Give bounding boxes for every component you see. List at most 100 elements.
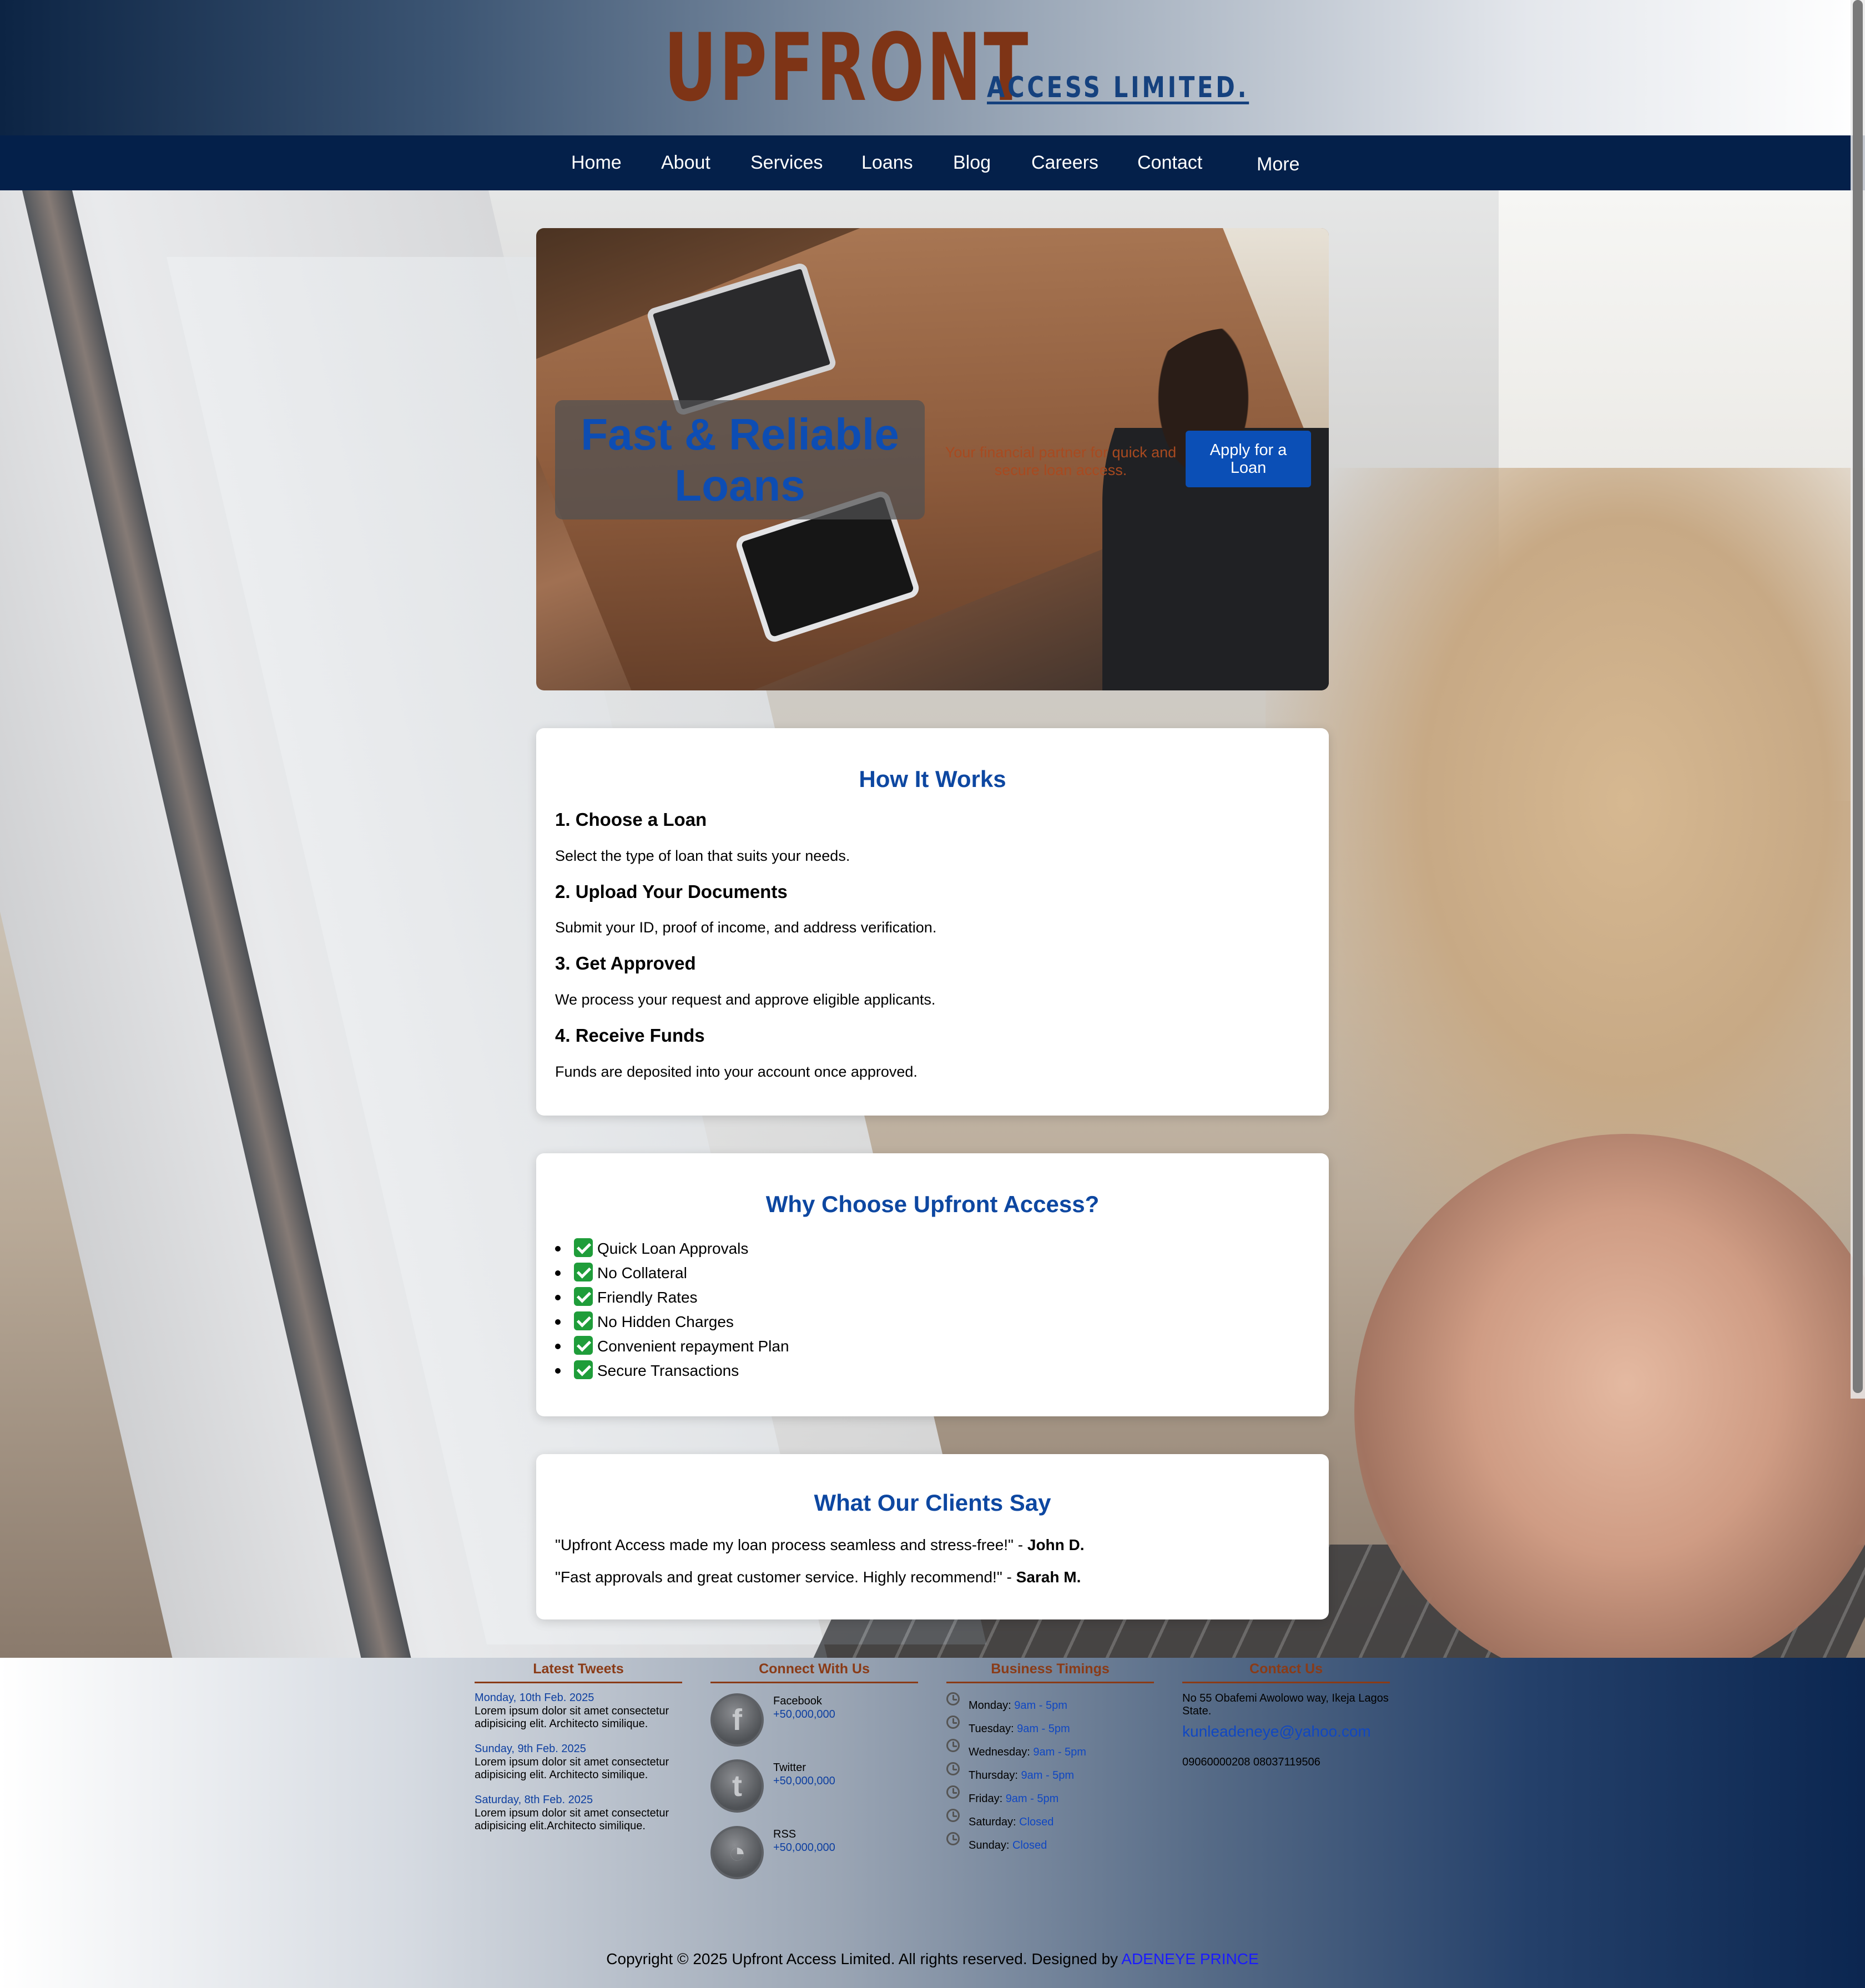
bullet xyxy=(555,1270,561,1276)
timing-hours: Closed xyxy=(1012,1839,1047,1851)
apply-loan-button[interactable]: Apply for a Loan xyxy=(1186,431,1311,487)
rss-icon[interactable]: ◔ xyxy=(710,1826,764,1879)
testimonials-title: What Our Clients Say xyxy=(814,1490,1051,1516)
logo-subtitle[interactable]: ACCESS LIMITED. xyxy=(987,73,1249,102)
footer-tweets-title: Latest Tweets xyxy=(475,1661,682,1683)
timing-row: Wednesday: 9am - 5pm xyxy=(969,1746,1086,1759)
testimonial-quote: "Fast approvals and great customer servi… xyxy=(555,1568,1081,1586)
hero-tagline: Your financial partner for quick and sec… xyxy=(945,444,1177,478)
tweet-date: Monday, 10th Feb. 2025 xyxy=(475,1692,594,1704)
nav-contact[interactable]: Contact xyxy=(1137,135,1202,190)
list-item: No Hidden Charges xyxy=(555,1310,789,1334)
timing-day: Tuesday: xyxy=(969,1723,1014,1735)
step-heading: 1. Choose a Loan xyxy=(555,809,707,830)
social-name[interactable]: Facebook xyxy=(773,1695,822,1708)
nav-blog[interactable]: Blog xyxy=(953,135,991,190)
copyright-text: Copyright © 2025 Upfront Access Limited.… xyxy=(606,1950,1122,1967)
timing-row: Friday: 9am - 5pm xyxy=(969,1793,1058,1805)
step-heading: 3. Get Approved xyxy=(555,953,696,973)
twitter-icon[interactable]: t xyxy=(710,1759,764,1813)
timing-row: Sunday: Closed xyxy=(969,1839,1047,1852)
footer-timings-title: Business Timings xyxy=(946,1661,1154,1683)
social-name[interactable]: RSS xyxy=(773,1828,796,1841)
check-icon xyxy=(574,1287,593,1306)
nav-home[interactable]: Home xyxy=(571,135,622,190)
nav-more[interactable]: More xyxy=(1257,137,1299,192)
step-heading: 4. Receive Funds xyxy=(555,1025,705,1046)
timing-hours: 9am - 5pm xyxy=(1005,1793,1059,1805)
contact-email-link[interactable]: kunleadeneye@yahoo.com xyxy=(1182,1723,1371,1740)
timing-row: Saturday: Closed xyxy=(969,1816,1054,1829)
list-item: No Collateral xyxy=(555,1261,789,1285)
why-choose-card: Why Choose Upfront Access? Quick Loan Ap… xyxy=(536,1153,1329,1416)
nav-loans[interactable]: Loans xyxy=(861,135,913,190)
site-header: UPFRONT ACCESS LIMITED. xyxy=(0,0,1865,135)
nav-about[interactable]: About xyxy=(661,135,710,190)
tweet-text: Lorem ipsum dolor sit amet consectetur a… xyxy=(475,1807,669,1832)
list-item: Convenient repayment Plan xyxy=(555,1334,789,1359)
benefit-label: No Hidden Charges xyxy=(597,1313,734,1330)
designer-link[interactable]: ADENEYE PRINCE xyxy=(1121,1950,1258,1967)
rss-glyph: ◔ xyxy=(728,1836,747,1869)
twitter-glyph: t xyxy=(732,1769,742,1803)
timing-row: Monday: 9am - 5pm xyxy=(969,1699,1067,1712)
main-nav: Home About Services Loans Blog Careers C… xyxy=(0,135,1865,190)
footer-connect-title: Connect With Us xyxy=(710,1661,918,1683)
how-it-works-card: How It Works 1. Choose a Loan Select the… xyxy=(536,728,1329,1116)
contact-phone: 09060000208 08037119506 xyxy=(1182,1756,1320,1768)
step-text: Funds are deposited into your account on… xyxy=(555,1063,918,1080)
bullet xyxy=(555,1368,561,1374)
benefit-label: Quick Loan Approvals xyxy=(597,1240,749,1257)
timing-day: Thursday: xyxy=(969,1769,1018,1782)
clock-icon xyxy=(946,1762,960,1775)
check-icon xyxy=(574,1238,593,1257)
clock-icon xyxy=(946,1785,960,1799)
step-text: We process your request and approve elig… xyxy=(555,991,936,1008)
how-it-works-title: How It Works xyxy=(859,766,1006,792)
tweet-text: Lorem ipsum dolor sit amet consectetur a… xyxy=(475,1756,669,1781)
nav-services[interactable]: Services xyxy=(750,135,823,190)
contact-address: No 55 Obafemi Awolowo way, Ikeja Lagos S… xyxy=(1182,1692,1389,1717)
bullet xyxy=(555,1246,561,1252)
clock-icon xyxy=(946,1809,960,1822)
why-choose-title: Why Choose Upfront Access? xyxy=(765,1191,1100,1217)
timing-hours: 9am - 5pm xyxy=(1033,1746,1086,1758)
timing-day: Wednesday: xyxy=(969,1746,1030,1758)
timing-day: Monday: xyxy=(969,1699,1011,1712)
check-icon xyxy=(574,1263,593,1281)
bullet xyxy=(555,1295,561,1300)
tweet-date: Saturday, 8th Feb. 2025 xyxy=(475,1794,593,1806)
check-icon xyxy=(574,1336,593,1355)
social-name[interactable]: Twitter xyxy=(773,1762,806,1774)
testimonials-card: What Our Clients Say "Upfront Access mad… xyxy=(536,1454,1329,1619)
timing-row: Tuesday: 9am - 5pm xyxy=(969,1723,1070,1735)
check-icon xyxy=(574,1311,593,1330)
step-heading: 2. Upload Your Documents xyxy=(555,881,788,902)
list-item: Secure Transactions xyxy=(555,1359,789,1383)
tweet-date: Sunday, 9th Feb. 2025 xyxy=(475,1743,586,1755)
quote-text: "Upfront Access made my loan process sea… xyxy=(555,1536,1027,1553)
scrollbar-thumb[interactable] xyxy=(1853,0,1863,1393)
facebook-icon[interactable]: f xyxy=(710,1693,764,1747)
nav-careers[interactable]: Careers xyxy=(1031,135,1098,190)
benefit-label: Convenient repayment Plan xyxy=(597,1338,789,1355)
clock-icon xyxy=(946,1692,960,1706)
quote-author: Sarah M. xyxy=(1016,1568,1081,1586)
clock-icon xyxy=(946,1739,960,1752)
social-count: +50,000,000 xyxy=(773,1841,835,1854)
timing-hours: 9am - 5pm xyxy=(1014,1699,1067,1712)
bullet xyxy=(555,1344,561,1349)
benefits-list: Quick Loan Approvals No Collateral Frien… xyxy=(555,1237,789,1383)
social-count: +50,000,000 xyxy=(773,1775,835,1787)
tweet-text: Lorem ipsum dolor sit amet consectetur a… xyxy=(475,1705,669,1730)
timing-hours: 9am - 5pm xyxy=(1021,1769,1075,1782)
testimonial-quote: "Upfront Access made my loan process sea… xyxy=(555,1536,1085,1554)
timing-hours: 9am - 5pm xyxy=(1017,1723,1070,1735)
facebook-glyph: f xyxy=(732,1703,742,1737)
copyright: Copyright © 2025 Upfront Access Limited.… xyxy=(0,1950,1865,1968)
logo-wordmark[interactable]: UPFRONT xyxy=(664,21,1031,114)
step-text: Select the type of loan that suits your … xyxy=(555,847,850,864)
clock-icon xyxy=(946,1832,960,1845)
benefit-label: No Collateral xyxy=(597,1264,687,1281)
benefit-label: Secure Transactions xyxy=(597,1362,739,1379)
